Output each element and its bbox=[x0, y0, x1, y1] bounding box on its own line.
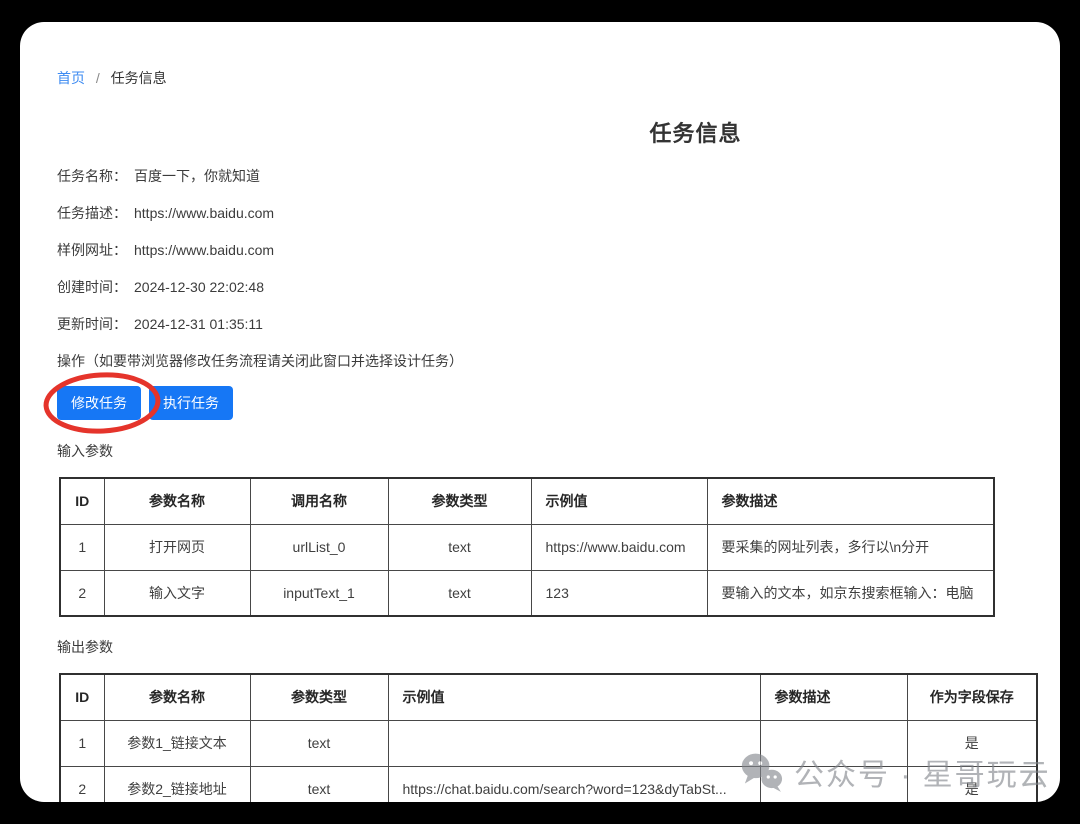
task-name-row: 任务名称： 百度一下，你就知道 bbox=[57, 168, 1034, 184]
updated-time-row: 更新时间： 2024-12-31 01:35:11 bbox=[57, 316, 1034, 332]
cell-param-name: 输入文字 bbox=[104, 570, 250, 616]
input-header-row: ID 参数名称 调用名称 参数类型 示例值 参数描述 bbox=[60, 478, 994, 524]
task-name-label: 任务名称： bbox=[57, 168, 127, 184]
cell-call-name: urlList_0 bbox=[250, 524, 388, 570]
cell-param-desc: 要输入的文本，如京东搜索框输入：电脑 bbox=[707, 570, 994, 616]
col-sample-value: 示例值 bbox=[388, 674, 760, 720]
cell-param-name: 参数1_链接文本 bbox=[104, 720, 250, 766]
col-sample-value: 示例值 bbox=[531, 478, 707, 524]
cell-id: 2 bbox=[60, 570, 104, 616]
input-params-table: ID 参数名称 调用名称 参数类型 示例值 参数描述 1 打开网页 urlLis… bbox=[59, 477, 995, 617]
col-save-as-field: 作为字段保存 bbox=[907, 674, 1037, 720]
sample-url-row: 样例网址： https://www.baidu.com bbox=[57, 242, 1034, 258]
cell-param-desc bbox=[760, 720, 907, 766]
created-time-row: 创建时间： 2024-12-30 22:02:48 bbox=[57, 279, 1034, 295]
table-row: 1 参数1_链接文本 text 是 bbox=[60, 720, 1037, 766]
task-desc-label: 任务描述： bbox=[57, 205, 127, 221]
cell-id: 2 bbox=[60, 766, 104, 802]
operation-hint: 操作（如要带浏览器修改任务流程请关闭此窗口并选择设计任务） bbox=[57, 353, 1034, 369]
cell-param-name: 参数2_链接地址 bbox=[104, 766, 250, 802]
col-param-name: 参数名称 bbox=[104, 478, 250, 524]
cell-sample-value: https://chat.baidu.com/search?word=123&d… bbox=[388, 766, 760, 802]
window-content: 首页 / 任务信息 任务信息 任务名称： 百度一下，你就知道 任务描述： https… bbox=[20, 22, 1060, 802]
breadcrumb-separator: / bbox=[96, 70, 100, 86]
cell-param-desc: 要采集的网址列表，多行以\n分开 bbox=[707, 524, 994, 570]
task-info-window: 首页 / 任务信息 任务信息 任务名称： 百度一下，你就知道 任务描述： https… bbox=[20, 22, 1060, 802]
task-desc-value: https://www.baidu.com bbox=[134, 205, 274, 221]
cell-param-type: text bbox=[388, 570, 531, 616]
cell-sample-value bbox=[388, 720, 760, 766]
execute-task-button[interactable]: 执行任务 bbox=[149, 386, 233, 420]
modify-task-button[interactable]: 修改任务 bbox=[57, 386, 141, 420]
col-param-type: 参数类型 bbox=[250, 674, 388, 720]
cell-param-type: text bbox=[388, 524, 531, 570]
updated-time-value: 2024-12-31 01:35:11 bbox=[134, 316, 263, 332]
action-buttons: 修改任务 执行任务 bbox=[57, 386, 1034, 420]
output-header-row: ID 参数名称 参数类型 示例值 参数描述 作为字段保存 bbox=[60, 674, 1037, 720]
cell-sample-value: 123 bbox=[531, 570, 707, 616]
cell-id: 1 bbox=[60, 720, 104, 766]
breadcrumb-current: 任务信息 bbox=[111, 70, 167, 86]
col-id: ID bbox=[60, 674, 104, 720]
cell-save-as-field: 是 bbox=[907, 720, 1037, 766]
cell-call-name: inputText_1 bbox=[250, 570, 388, 616]
col-call-name: 调用名称 bbox=[250, 478, 388, 524]
cell-sample-value: https://www.baidu.com bbox=[531, 524, 707, 570]
col-param-name: 参数名称 bbox=[104, 674, 250, 720]
table-row: 2 输入文字 inputText_1 text 123 要输入的文本，如京东搜索… bbox=[60, 570, 994, 616]
breadcrumb-home-link[interactable]: 首页 bbox=[57, 70, 85, 86]
col-param-desc: 参数描述 bbox=[760, 674, 907, 720]
cell-param-type: text bbox=[250, 720, 388, 766]
table-row: 2 参数2_链接地址 text https://chat.baidu.com/s… bbox=[60, 766, 1037, 802]
created-time-value: 2024-12-30 22:02:48 bbox=[134, 279, 264, 295]
breadcrumb: 首页 / 任务信息 bbox=[57, 68, 1034, 88]
cell-id: 1 bbox=[60, 524, 104, 570]
col-id: ID bbox=[60, 478, 104, 524]
table-row: 1 打开网页 urlList_0 text https://www.baidu.… bbox=[60, 524, 994, 570]
sample-url-value: https://www.baidu.com bbox=[134, 242, 274, 258]
sample-url-label: 样例网址： bbox=[57, 242, 127, 258]
cell-save-as-field: 是 bbox=[907, 766, 1037, 802]
updated-time-label: 更新时间： bbox=[57, 316, 127, 332]
created-time-label: 创建时间： bbox=[57, 279, 127, 295]
cell-param-name: 打开网页 bbox=[104, 524, 250, 570]
output-params-table: ID 参数名称 参数类型 示例值 参数描述 作为字段保存 1 参数1_链接文本 … bbox=[59, 673, 1038, 802]
input-params-title: 输入参数 bbox=[57, 441, 1034, 461]
page-title: 任务信息 bbox=[207, 116, 1060, 148]
cell-param-desc bbox=[760, 766, 907, 802]
col-param-desc: 参数描述 bbox=[707, 478, 994, 524]
cell-param-type: text bbox=[250, 766, 388, 802]
task-name-value: 百度一下，你就知道 bbox=[134, 168, 260, 184]
task-desc-row: 任务描述： https://www.baidu.com bbox=[57, 205, 1034, 221]
output-params-title: 输出参数 bbox=[57, 637, 1034, 657]
col-param-type: 参数类型 bbox=[388, 478, 531, 524]
